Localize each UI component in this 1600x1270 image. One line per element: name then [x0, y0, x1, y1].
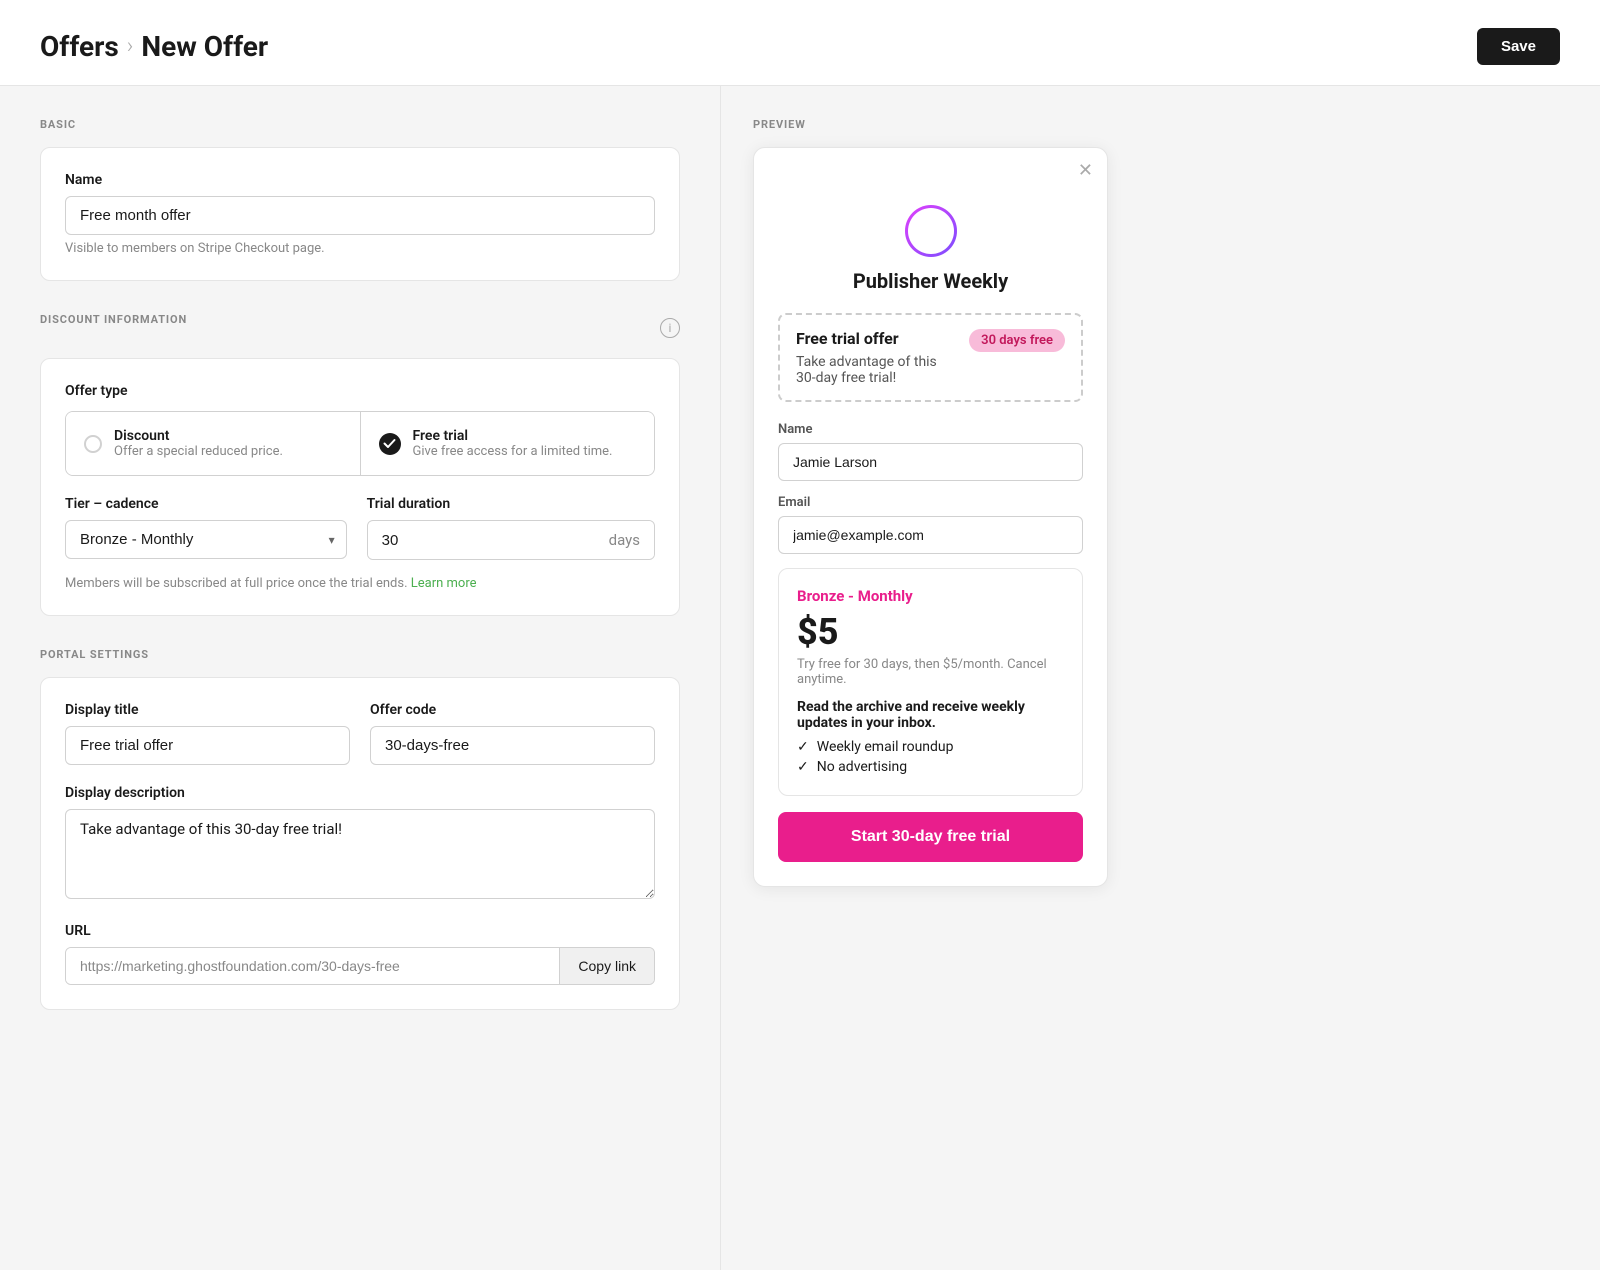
free-trial-title: Free trial	[413, 428, 613, 444]
offer-code-label: Offer code	[370, 702, 655, 718]
offer-code-col: Offer code	[370, 702, 655, 765]
discount-desc: Offer a special reduced price.	[114, 444, 283, 459]
trial-duration-col: Trial duration days	[367, 496, 655, 560]
offer-banner-desc: Take advantage of this 30-day free trial…	[796, 354, 957, 386]
trial-duration-unit: days	[595, 521, 654, 559]
discount-section-header: DISCOUNT INFORMATION i	[40, 313, 680, 342]
tier-card: Bronze - Monthly $5 Try free for 30 days…	[778, 568, 1083, 796]
preview-cta-button[interactable]: Start 30-day free trial	[778, 812, 1083, 862]
display-description-wrapper: Display description Take advantage of th…	[65, 785, 655, 903]
tier-cadence-col: Tier – cadence Bronze - Monthly ▾	[65, 496, 347, 560]
offer-type-row: Discount Offer a special reduced price.	[65, 411, 655, 476]
display-description-textarea[interactable]: Take advantage of this 30-day free trial…	[65, 809, 655, 899]
display-title-input[interactable]	[65, 726, 350, 765]
tier-desc: Read the archive and receive weekly upda…	[797, 699, 1064, 731]
preview-pub-name: Publisher Weekly	[778, 269, 1083, 293]
preview-cta-wrapper: Start 30-day free trial	[754, 812, 1107, 886]
preview-email-input[interactable]	[778, 516, 1083, 554]
preview-close-button[interactable]: ✕	[1078, 160, 1093, 181]
tier-cadence-select-wrapper: Bronze - Monthly ▾	[65, 520, 347, 559]
offer-type-discount[interactable]: Discount Offer a special reduced price.	[66, 412, 361, 475]
tier-name: Bronze - Monthly	[797, 587, 1064, 605]
offer-type-label: Offer type	[65, 383, 655, 399]
url-row: Copy link	[65, 947, 655, 985]
breadcrumb-current: New Offer	[141, 30, 268, 63]
offer-banner: Free trial offer Take advantage of this …	[778, 313, 1083, 402]
trial-duration-row: days	[367, 520, 655, 560]
trial-duration-label: Trial duration	[367, 496, 655, 512]
preview-logo	[905, 205, 957, 257]
tier-cadence-select[interactable]: Bronze - Monthly	[65, 520, 347, 559]
preview-email-label: Email	[778, 495, 1083, 510]
display-description-label: Display description	[65, 785, 655, 801]
name-input[interactable]	[65, 196, 655, 235]
tier-feature-2: ✓ No advertising	[797, 759, 1064, 775]
trial-duration-input[interactable]	[368, 522, 595, 559]
url-input[interactable]	[66, 948, 559, 984]
preview-label: PREVIEW	[753, 118, 1108, 131]
offer-banner-title: Free trial offer	[796, 329, 957, 348]
tier-price-hint: Try free for 30 days, then $5/month. Can…	[797, 657, 1064, 687]
tier-duration-row: Tier – cadence Bronze - Monthly ▾ Trial …	[65, 496, 655, 560]
learn-more-link[interactable]: Learn more	[411, 576, 477, 591]
preview-inner: Publisher Weekly Free trial offer Take a…	[754, 181, 1107, 402]
info-icon[interactable]: i	[660, 318, 680, 338]
tier-feature-1: ✓ Weekly email roundup	[797, 739, 1064, 755]
display-title-col: Display title	[65, 702, 350, 765]
preview-name-input[interactable]	[778, 443, 1083, 481]
breadcrumb: Offers › New Offer	[40, 30, 268, 63]
preview-content: Name Email Bronze - Monthly $5 Try free …	[754, 422, 1107, 796]
checkmark-icon-1: ✓	[797, 739, 809, 755]
free-trial-checkmark	[379, 433, 401, 455]
basic-section-label: BASIC	[40, 118, 680, 131]
name-field-hint: Visible to members on Stripe Checkout pa…	[65, 241, 655, 256]
offer-type-free-trial[interactable]: Free trial Give free access for a limite…	[361, 412, 655, 475]
preview-logo-area	[778, 205, 1083, 257]
free-trial-desc: Give free access for a limited time.	[413, 444, 613, 459]
discount-title: Discount	[114, 428, 283, 444]
offer-code-input[interactable]	[370, 726, 655, 765]
display-code-row: Display title Offer code	[65, 702, 655, 765]
offer-badge: 30 days free	[969, 329, 1065, 352]
breadcrumb-parent[interactable]: Offers	[40, 30, 119, 63]
url-label: URL	[65, 923, 655, 939]
trial-hint: Members will be subscribed at full price…	[65, 576, 655, 591]
name-field-label: Name	[65, 172, 655, 188]
checkmark-icon-2: ✓	[797, 759, 809, 775]
copy-link-button[interactable]: Copy link	[559, 948, 654, 984]
discount-section-label: DISCOUNT INFORMATION	[40, 313, 187, 326]
url-wrapper: URL Copy link	[65, 923, 655, 985]
save-button[interactable]: Save	[1477, 28, 1560, 65]
breadcrumb-separator: ›	[127, 34, 134, 59]
tier-cadence-label: Tier – cadence	[65, 496, 347, 512]
preview-card: ✕ Publisher Weekly Free trial offer Take…	[753, 147, 1108, 887]
discount-radio[interactable]	[84, 435, 102, 453]
display-title-label: Display title	[65, 702, 350, 718]
basic-card: Name Visible to members on Stripe Checko…	[40, 147, 680, 281]
portal-card: Display title Offer code Display descrip…	[40, 677, 680, 1010]
tier-price: $5	[797, 611, 1064, 653]
portal-section-label: PORTAL SETTINGS	[40, 648, 680, 661]
preview-name-label: Name	[778, 422, 1083, 437]
discount-card: Offer type Discount Offer a special redu…	[40, 358, 680, 616]
